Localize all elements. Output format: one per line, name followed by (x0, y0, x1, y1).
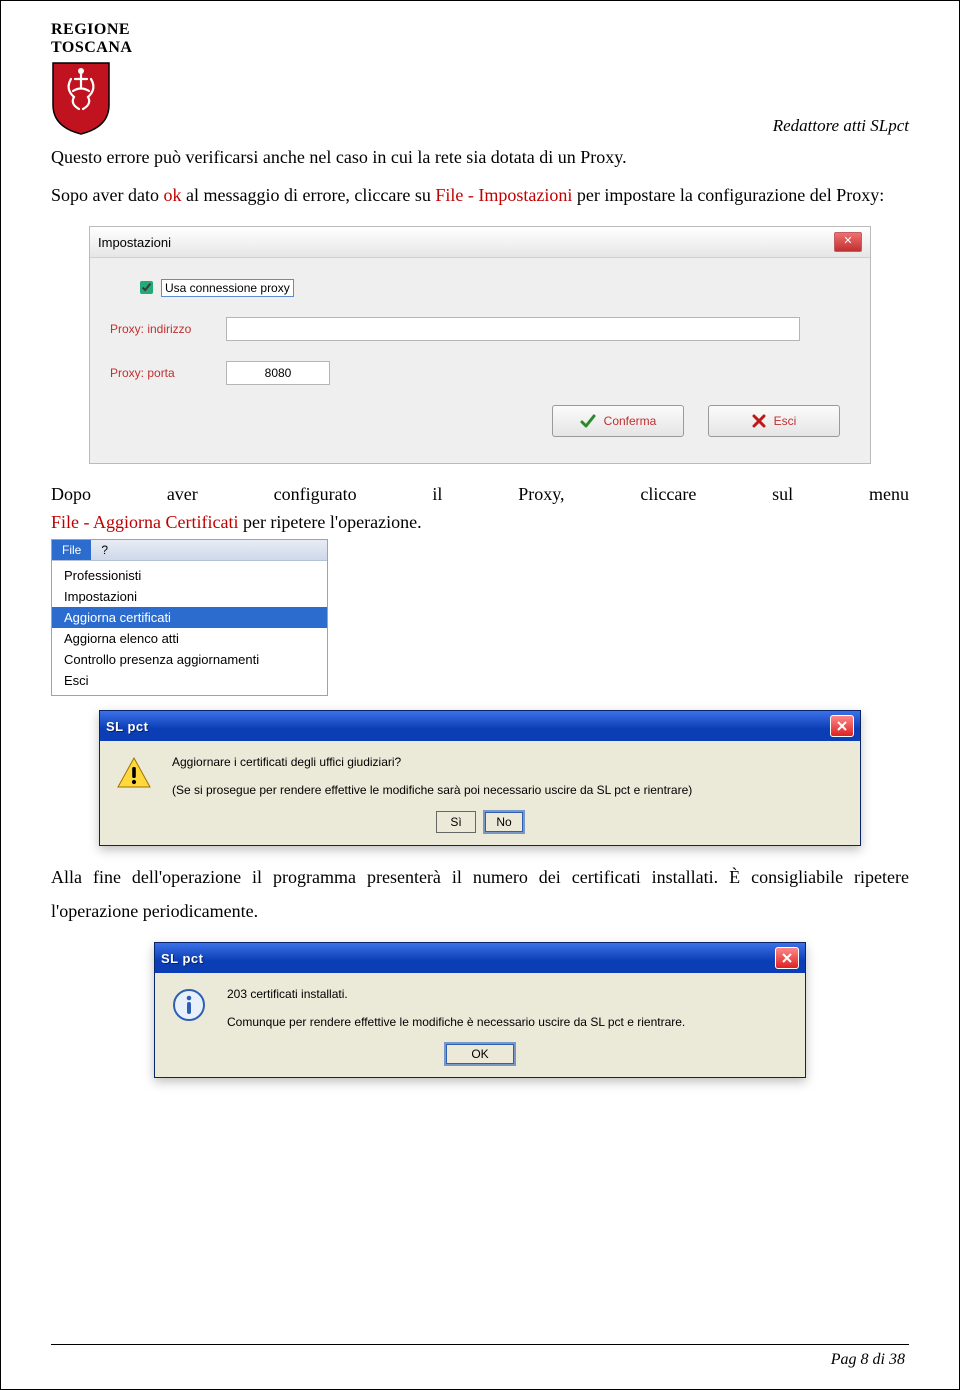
paragraph-2: Sopo aver dato ok al messaggio di errore… (51, 178, 909, 212)
use-proxy-checkbox-row: Usa connessione proxy (136, 278, 850, 297)
p3-w4: il (432, 484, 442, 505)
dialog-confirm-buttons: Sì No (100, 811, 860, 845)
document-title: Redattore atti SLpct (773, 116, 909, 136)
p3-w2: aver (167, 484, 198, 505)
p3-w3: configurato (274, 484, 357, 505)
confirm-line2: (Se si prosegue per rendere effettive le… (172, 783, 844, 797)
logo-block: REGIONE TOSCANA (51, 21, 132, 136)
menubar-help[interactable]: ? (91, 540, 118, 560)
file-menu-dropdown: File ? Professionisti Impostazioni Aggio… (51, 539, 328, 696)
dialog-info-buttons: OK (155, 1043, 805, 1077)
proxy-address-label: Proxy: indirizzo (110, 322, 210, 336)
menu-item-controllo-aggiornamenti[interactable]: Controllo presenza aggiornamenti (52, 649, 327, 670)
proxy-port-input[interactable] (226, 361, 330, 385)
p3-w1: Dopo (51, 484, 91, 505)
dialog-confirm-title: SL pct (106, 719, 149, 734)
dialog-info-titlebar: SL pct (155, 943, 805, 973)
close-icon (836, 720, 848, 732)
dialog-impostazioni-buttons: Conferma Esci (110, 405, 840, 437)
region-name-1: REGIONE (51, 21, 132, 39)
dialog-confirm-titlebar: SL pct (100, 711, 860, 741)
close-button[interactable]: ✕ (834, 232, 862, 252)
x-icon (752, 414, 766, 428)
footer-rule (51, 1344, 909, 1345)
paragraph-5: Alla fine dell'operazione il programma p… (51, 860, 909, 928)
regione-toscana-shield-icon (51, 61, 111, 136)
dialog-impostazioni-body: Usa connessione proxy Proxy: indirizzo P… (90, 258, 870, 463)
paragraph-4: File - Aggiorna Certificati per ripetere… (51, 505, 909, 539)
si-button[interactable]: Sì (436, 811, 476, 833)
checkmark-icon (580, 413, 596, 429)
document-page: REGIONE TOSCANA Redattore atti SLpct Que… (0, 0, 960, 1390)
paragraph-3: Dopo aver configurato il Proxy, cliccare… (51, 484, 909, 505)
menu-item-aggiorna-certificati[interactable]: Aggiorna certificati (52, 607, 327, 628)
menu-item-aggiorna-elenco-atti[interactable]: Aggiorna elenco atti (52, 628, 327, 649)
dialog-info-text: 203 certificati installati. Comunque per… (227, 987, 789, 1029)
dialog-confirm-aggiorna: SL pct Aggiornare i certificati degli uf… (99, 710, 861, 846)
menubar-file[interactable]: File (52, 540, 91, 560)
proxy-address-input[interactable] (226, 317, 800, 341)
esci-label: Esci (774, 414, 797, 428)
dialog-confirm-body: Aggiornare i certificati degli uffici gi… (100, 741, 860, 811)
p3-w8: menu (869, 484, 909, 505)
p2-text-a: Sopo aver dato (51, 185, 163, 205)
region-name-2: TOSCANA (51, 39, 132, 57)
p2-ok: ok (163, 185, 181, 205)
p2-text-b: al messaggio di errore, cliccare su (181, 185, 435, 205)
no-button[interactable]: No (484, 811, 524, 833)
proxy-port-row: Proxy: porta (110, 361, 850, 385)
close-button[interactable] (775, 947, 799, 969)
p3-w7: sul (772, 484, 793, 505)
p4-text: per ripetere l'operazione. (238, 512, 421, 532)
proxy-address-row: Proxy: indirizzo (110, 317, 850, 341)
dialog-confirm-text: Aggiornare i certificati degli uffici gi… (172, 755, 844, 797)
p2-link-file-impostazioni: File - Impostazioni (435, 185, 572, 205)
menu-item-esci[interactable]: Esci (52, 670, 327, 691)
menu-item-professionisti[interactable]: Professionisti (52, 565, 327, 586)
dialog-impostazioni-title: Impostazioni (98, 235, 171, 250)
use-proxy-checkbox[interactable] (140, 281, 153, 294)
paragraph-1: Questo errore può verificarsi anche nel … (51, 140, 909, 174)
conferma-label: Conferma (604, 414, 657, 428)
warning-icon (116, 755, 152, 791)
dialog-info-certificati: SL pct 203 certificati installati. Comun… (154, 942, 806, 1078)
page-header: REGIONE TOSCANA Redattore atti SLpct (51, 21, 909, 136)
p3-w6: cliccare (640, 484, 696, 505)
close-button[interactable] (830, 715, 854, 737)
esci-button[interactable]: Esci (708, 405, 840, 437)
dialog-info-title: SL pct (161, 951, 204, 966)
close-icon (781, 952, 793, 964)
info-icon (171, 987, 207, 1023)
menu-items: Professionisti Impostazioni Aggiorna cer… (52, 561, 327, 695)
proxy-port-label: Proxy: porta (110, 366, 210, 380)
confirm-line1: Aggiornare i certificati degli uffici gi… (172, 755, 844, 769)
info-line2: Comunque per rendere effettive le modifi… (227, 1015, 789, 1029)
ok-button[interactable]: OK (445, 1043, 515, 1065)
menu-item-impostazioni[interactable]: Impostazioni (52, 586, 327, 607)
page-number: Pag 8 di 38 (831, 1351, 905, 1369)
menubar: File ? (52, 540, 327, 561)
dialog-impostazioni-titlebar: Impostazioni ✕ (90, 227, 870, 258)
info-line1: 203 certificati installati. (227, 987, 789, 1001)
p3-w5: Proxy, (518, 484, 564, 505)
use-proxy-label: Usa connessione proxy (161, 279, 294, 297)
conferma-button[interactable]: Conferma (552, 405, 684, 437)
p2-text-c: per impostare la configurazione del Prox… (572, 185, 884, 205)
p4-link-file-aggiorna: File - Aggiorna Certificati (51, 512, 238, 532)
dialog-info-body: 203 certificati installati. Comunque per… (155, 973, 805, 1043)
dialog-impostazioni: Impostazioni ✕ Usa connessione proxy Pro… (89, 226, 871, 464)
